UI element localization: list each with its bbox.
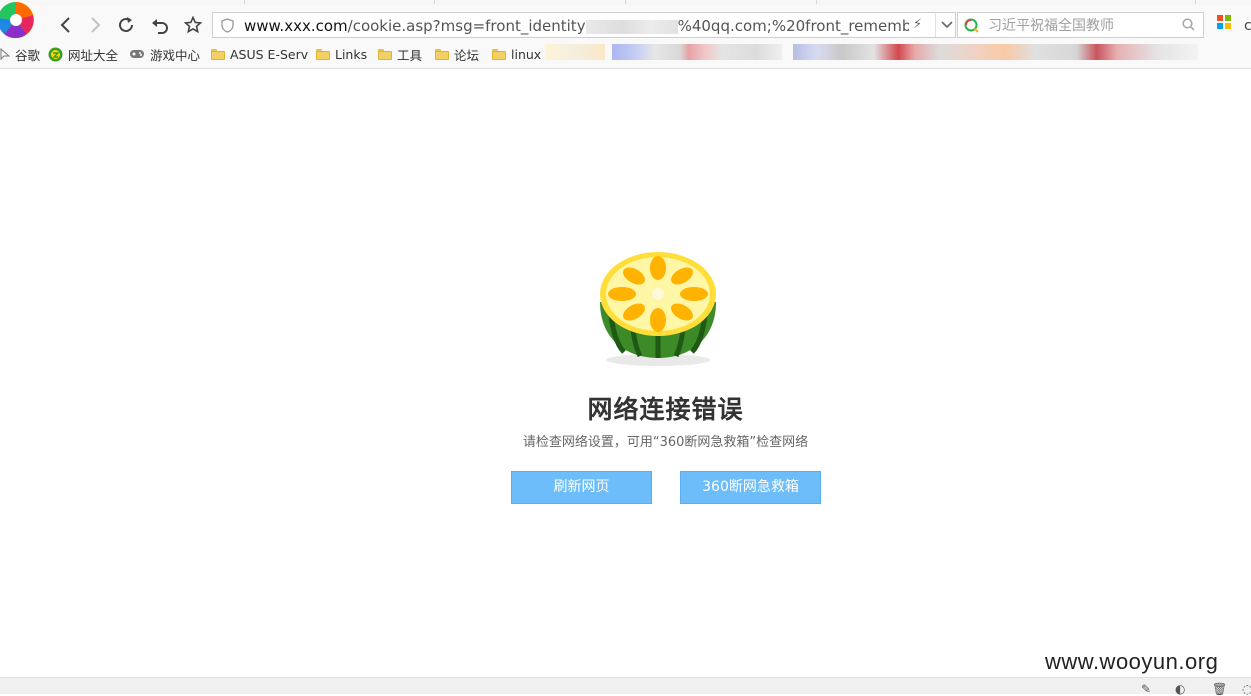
gamepad-icon bbox=[129, 48, 145, 60]
reload-button[interactable] bbox=[115, 14, 137, 36]
tool-icon[interactable]: ✎ bbox=[1141, 682, 1151, 696]
search-engine-icon[interactable] bbox=[964, 18, 979, 33]
forward-button[interactable] bbox=[84, 14, 106, 36]
bookmark-folder-tools[interactable]: 工具 bbox=[378, 45, 422, 63]
error-title: 网络连接错误 bbox=[587, 395, 744, 424]
network-rescue-button[interactable]: 360断网急救箱 bbox=[680, 471, 821, 504]
url-text[interactable]: www.xxx.com/cookie.asp?msg=front_identit… bbox=[244, 16, 909, 36]
tab[interactable] bbox=[626, 0, 817, 4]
redacted-bookmarks bbox=[793, 44, 1198, 60]
bookmark-games[interactable]: 游戏中心 bbox=[129, 45, 200, 63]
bookmark-folder-forum[interactable]: 论坛 bbox=[435, 45, 479, 63]
folder-icon bbox=[378, 48, 392, 60]
bookmark-label: ASUS E-Serv bbox=[230, 46, 309, 62]
bookmark-label: 工具 bbox=[397, 47, 423, 63]
chevron-down-icon bbox=[940, 21, 953, 29]
tab[interactable] bbox=[1005, 0, 1196, 4]
apps-grid-icon[interactable] bbox=[1217, 15, 1231, 29]
bookmark-label: linux bbox=[511, 46, 542, 62]
menu-icon[interactable]: c bbox=[1244, 18, 1251, 34]
reload-icon bbox=[119, 17, 133, 32]
url-path-start: /cookie.asp?msg=front_identity bbox=[347, 17, 586, 35]
fruit-logo-icon bbox=[600, 252, 716, 366]
bookmark-label: 游戏中心 bbox=[150, 47, 201, 63]
refresh-page-button[interactable]: 刷新网页 bbox=[511, 471, 652, 504]
bookmark-label: 网址大全 bbox=[68, 47, 119, 63]
url-dropdown-button[interactable] bbox=[935, 13, 957, 37]
watermark-text: www.wooyun.org bbox=[1045, 649, 1219, 674]
status-bar: ✎ ◐ 🗑 ◌ bbox=[0, 677, 1251, 696]
bookmark-label: 论坛 bbox=[454, 47, 480, 63]
url-path-end: %40qq.com;%20front_remembe bbox=[677, 17, 909, 35]
trash-icon[interactable]: 🗑 bbox=[1212, 682, 1227, 696]
bookmark-star-button[interactable] bbox=[182, 14, 204, 36]
bookmark-label: 谷歌 bbox=[15, 47, 41, 63]
folder-icon bbox=[492, 48, 506, 60]
search-box[interactable]: 习近平祝福全国教师 bbox=[957, 12, 1204, 38]
redacted-bookmarks bbox=[545, 44, 605, 60]
search-icon[interactable] bbox=[1182, 18, 1195, 31]
folder-icon bbox=[435, 48, 449, 60]
browser-toolbar: www.xxx.com/cookie.asp?msg=front_identit… bbox=[0, 1, 1251, 40]
back-button[interactable] bbox=[55, 14, 77, 36]
redacted-url-segment bbox=[585, 19, 678, 34]
bookmark-google[interactable]: 谷歌 bbox=[0, 45, 40, 63]
tab[interactable] bbox=[435, 0, 626, 4]
bookmark-label: Links bbox=[335, 46, 368, 62]
bookmark-folder-asus[interactable]: ASUS E-Serv bbox=[211, 45, 308, 63]
folder-icon bbox=[211, 48, 225, 60]
redacted-bookmarks bbox=[612, 44, 782, 60]
address-bar[interactable]: www.xxx.com/cookie.asp?msg=front_identit… bbox=[212, 12, 956, 38]
bookmark-hao[interactable]: 网址大全 bbox=[48, 45, 118, 63]
url-host: www.xxx.com bbox=[244, 17, 348, 35]
undo-close-button[interactable] bbox=[149, 14, 171, 36]
back-arrow-icon bbox=[60, 17, 70, 33]
hao-icon bbox=[48, 47, 63, 62]
folder-icon bbox=[316, 48, 330, 60]
settings-icon[interactable]: ◌ bbox=[1242, 682, 1251, 696]
search-placeholder: 习近平祝福全国教师 bbox=[988, 18, 1114, 34]
bookmark-folder-linux[interactable]: linux bbox=[492, 45, 541, 63]
bookmark-folder-links[interactable]: Links bbox=[316, 45, 367, 63]
speed-icon[interactable]: ◐ bbox=[1175, 682, 1185, 696]
lightning-icon[interactable]: ⚡ bbox=[913, 17, 922, 32]
tab[interactable] bbox=[245, 0, 435, 4]
undo-icon bbox=[152, 19, 168, 34]
error-subtitle: 请检查网络设置，可用“360断网急救箱”检查网络 bbox=[522, 435, 809, 450]
browser-logo-icon[interactable] bbox=[0, 0, 38, 40]
shield-icon[interactable] bbox=[221, 18, 234, 33]
star-icon bbox=[184, 16, 202, 34]
google-icon bbox=[0, 48, 10, 60]
forward-arrow-icon bbox=[91, 17, 101, 33]
